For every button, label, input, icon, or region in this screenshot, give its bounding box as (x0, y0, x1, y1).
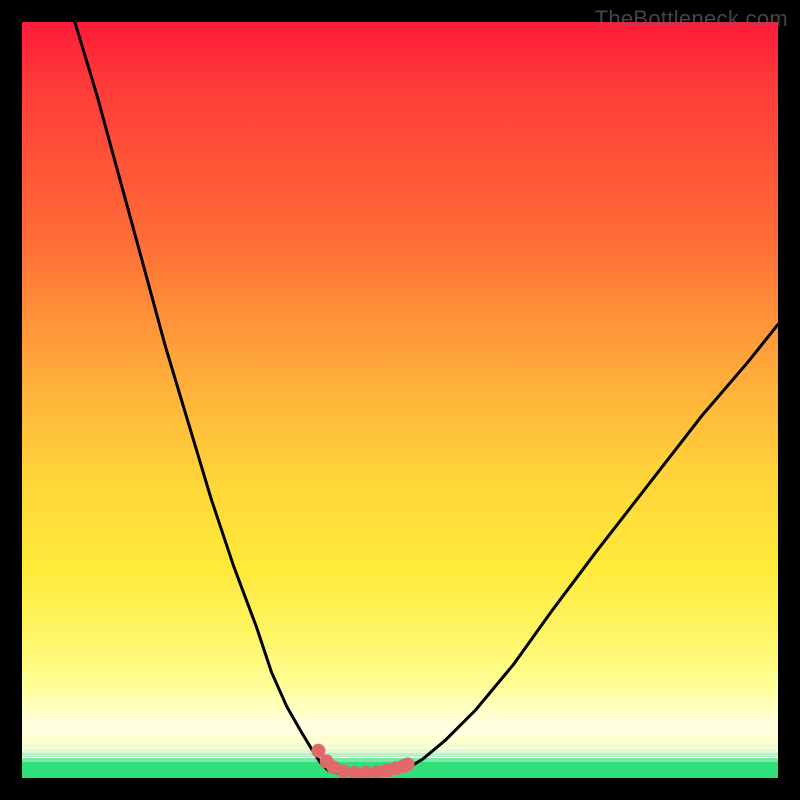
plot-area (22, 22, 778, 778)
chart-frame: TheBottleneck.com (0, 0, 800, 800)
watermark-text: TheBottleneck.com (595, 6, 788, 32)
bottleneck-curve (22, 22, 778, 778)
valley-marker (401, 757, 415, 771)
valley-curve (75, 22, 778, 774)
